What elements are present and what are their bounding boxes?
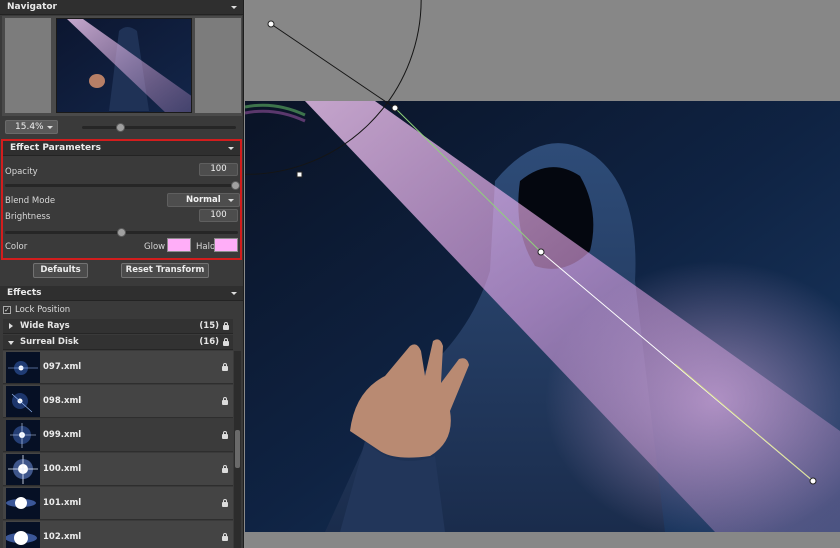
- group-row-wide-rays[interactable]: Wide Rays (15): [3, 319, 233, 334]
- collapse-caret-icon[interactable]: [231, 6, 237, 9]
- glow-color-swatch[interactable]: [167, 238, 191, 252]
- navigator-canvas-margin-right: [195, 18, 241, 113]
- preset-name: 098.xml: [43, 396, 82, 406]
- collapse-caret-icon[interactable]: [228, 147, 234, 150]
- preset-name: 097.xml: [43, 362, 82, 372]
- preset-list: 097.xml 098.xml 099.xml 100.xml 101.xml …: [3, 351, 233, 548]
- group-name: Surreal Disk: [20, 337, 79, 347]
- group-count: (15): [199, 321, 219, 331]
- collapse-caret-icon[interactable]: [231, 292, 237, 295]
- effect-parameters-panel: Effect Parameters Opacity 100 Blend Mode…: [1, 139, 242, 260]
- list-item[interactable]: 099.xml: [3, 419, 233, 452]
- image-canvas[interactable]: [245, 0, 840, 548]
- preset-thumbnail: [6, 386, 40, 417]
- preset-thumbnail: [6, 420, 40, 451]
- flare-radius-handle[interactable]: [296, 171, 303, 178]
- list-item[interactable]: 097.xml: [3, 351, 233, 384]
- group-name: Wide Rays: [20, 321, 70, 331]
- color-label: Color: [5, 242, 28, 252]
- brightness-input[interactable]: 100: [199, 209, 238, 222]
- brightness-label: Brightness: [5, 212, 51, 222]
- lock-position-label: Lock Position: [15, 305, 71, 315]
- group-count: (16): [199, 337, 219, 347]
- list-item[interactable]: 100.xml: [3, 453, 233, 486]
- defaults-button[interactable]: Defaults: [33, 263, 88, 278]
- expand-triangle-icon: [9, 323, 13, 329]
- lock-icon: [222, 533, 228, 541]
- zoom-slider[interactable]: [82, 126, 236, 129]
- opacity-label: Opacity: [5, 167, 38, 177]
- lock-icon: [222, 499, 228, 507]
- list-item[interactable]: 101.xml: [3, 487, 233, 520]
- preset-name: 100.xml: [43, 464, 82, 474]
- flare-controls-overlay[interactable]: [245, 0, 840, 548]
- halo-label: Halo: [196, 242, 216, 252]
- opacity-slider-handle[interactable]: [231, 181, 240, 190]
- zoom-value: 15.4%: [15, 122, 44, 132]
- effects-header[interactable]: Effects: [0, 286, 243, 301]
- effect-parameters-header[interactable]: Effect Parameters: [3, 141, 240, 156]
- collapse-triangle-icon: [8, 341, 14, 345]
- list-item[interactable]: 102.xml: [3, 521, 233, 548]
- scrollbar-thumb[interactable]: [235, 430, 240, 468]
- preset-thumbnail: [6, 522, 40, 548]
- preset-list-scrollbar[interactable]: [234, 351, 241, 548]
- preset-thumbnail: [6, 352, 40, 383]
- preset-name: 101.xml: [43, 498, 82, 508]
- preset-thumbnail: [6, 454, 40, 485]
- navigator-preview[interactable]: [2, 16, 242, 116]
- zoom-row: 15.4%: [0, 118, 243, 136]
- list-item[interactable]: 098.xml: [3, 385, 233, 418]
- flare-end-handle[interactable]: [809, 477, 817, 485]
- navigator-thumbnail[interactable]: [56, 18, 192, 113]
- flare-center-handle[interactable]: [391, 104, 399, 112]
- preset-thumbnail: [6, 488, 40, 519]
- halo-color-swatch[interactable]: [214, 238, 238, 252]
- preset-name: 099.xml: [43, 430, 82, 440]
- flare-rotation-handle[interactable]: [267, 20, 275, 28]
- opacity-input[interactable]: 100: [199, 163, 238, 176]
- navigator-canvas-margin-left: [5, 18, 51, 113]
- lock-icon: [223, 322, 229, 330]
- lock-icon: [223, 338, 229, 346]
- effect-parameters-title: Effect Parameters: [10, 143, 101, 153]
- opacity-slider[interactable]: [5, 184, 238, 187]
- chevron-down-icon: [47, 126, 53, 129]
- preset-name: 102.xml: [43, 532, 82, 542]
- group-row-surreal-disk[interactable]: Surreal Disk (16): [3, 335, 233, 350]
- blend-mode-dropdown[interactable]: Normal: [167, 193, 240, 207]
- reset-transform-button[interactable]: Reset Transform: [121, 263, 209, 278]
- flare-midpoint-handle[interactable]: [537, 248, 545, 256]
- navigator-header[interactable]: Navigator: [0, 0, 243, 15]
- blend-mode-label: Blend Mode: [5, 196, 56, 206]
- navigator-title: Navigator: [7, 2, 57, 12]
- lock-position-row: ✓ Lock Position: [0, 303, 243, 318]
- lock-icon: [222, 465, 228, 473]
- lock-icon: [222, 397, 228, 405]
- lock-position-checkbox[interactable]: ✓: [3, 306, 11, 314]
- zoom-dropdown[interactable]: 15.4%: [5, 120, 58, 134]
- brightness-slider-handle[interactable]: [117, 228, 126, 237]
- chevron-down-icon: [228, 199, 234, 202]
- effects-title: Effects: [7, 288, 42, 298]
- left-panel: Navigator 15.4% Effect Parameters Opacit…: [0, 0, 244, 548]
- lock-icon: [222, 431, 228, 439]
- zoom-slider-handle[interactable]: [115, 123, 125, 132]
- blend-mode-value: Normal: [186, 195, 221, 205]
- lock-icon: [222, 363, 228, 371]
- glow-label: Glow: [144, 242, 166, 252]
